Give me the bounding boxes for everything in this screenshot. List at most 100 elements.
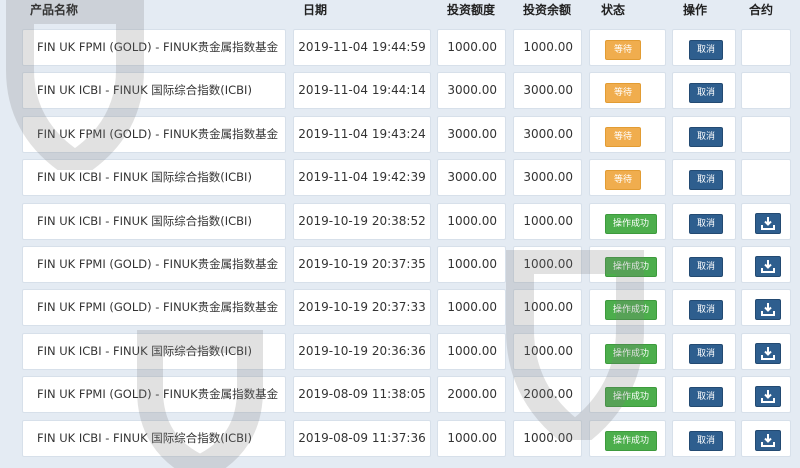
- investment-amount: 1000.00: [437, 246, 506, 283]
- investment-balance: 3000.00: [513, 72, 582, 110]
- download-contract-button[interactable]: [755, 386, 781, 408]
- download-contract-button[interactable]: [755, 429, 781, 451]
- status-cell: 操作成功: [589, 376, 666, 414]
- contract-cell: [741, 332, 791, 370]
- status-badge: 操作成功: [605, 213, 657, 234]
- investment-amount: 1000.00: [437, 332, 506, 370]
- table-row: FIN UK ICBI - FINUK 国际综合指数(ICBI) 2019-11…: [0, 159, 800, 197]
- investment-balance: 1000.00: [513, 289, 582, 327]
- investment-amount: 3000.00: [437, 115, 506, 153]
- record-date: 2019-11-04 19:44:59: [293, 29, 431, 66]
- status-badge: 操作成功: [605, 430, 657, 451]
- download-icon: [761, 390, 775, 404]
- product-name: FIN UK ICBI - FINUK 国际综合指数(ICBI): [22, 419, 286, 457]
- operation-cell: 取消: [672, 72, 736, 110]
- download-contract-button[interactable]: [755, 256, 781, 277]
- operation-cell: 取消: [672, 246, 736, 283]
- product-name: FIN UK FPMI (GOLD) - FINUK贵金属指数基金: [22, 289, 286, 327]
- investment-amount: 3000.00: [437, 159, 506, 197]
- status-badge: 等待: [605, 40, 641, 60]
- download-icon: [761, 303, 775, 317]
- table-row: FIN UK FPMI (GOLD) - FINUK贵金属指数基金 2019-1…: [0, 29, 800, 66]
- header-product: 产品名称: [30, 3, 79, 17]
- table-row: FIN UK ICBI - FINUK 国际综合指数(ICBI) 2019-11…: [0, 72, 800, 110]
- cancel-button[interactable]: 取消: [689, 126, 723, 147]
- investment-balance: 1000.00: [513, 29, 582, 66]
- status-cell: 操作成功: [589, 246, 666, 283]
- cancel-button[interactable]: 取消: [689, 343, 723, 364]
- investment-amount: 1000.00: [437, 419, 506, 457]
- status-badge: 操作成功: [605, 257, 657, 277]
- table-row: FIN UK ICBI - FINUK 国际综合指数(ICBI) 2019-08…: [0, 419, 800, 457]
- record-date: 2019-10-19 20:37:33: [293, 289, 431, 327]
- contract-cell: [741, 202, 791, 240]
- cancel-button[interactable]: 取消: [689, 83, 723, 104]
- record-date: 2019-10-19 20:36:36: [293, 332, 431, 370]
- operation-cell: 取消: [672, 159, 736, 197]
- investment-amount: 2000.00: [437, 376, 506, 414]
- status-badge: 等待: [605, 170, 641, 191]
- product-name: FIN UK ICBI - FINUK 国际综合指数(ICBI): [22, 72, 286, 110]
- status-badge: 等待: [605, 126, 641, 147]
- investment-balance: 1000.00: [513, 419, 582, 457]
- record-date: 2019-11-04 19:44:14: [293, 72, 431, 110]
- table-header: 产品名称 日期 投资额度 投资余额 状态 操作 合约: [0, 0, 800, 18]
- product-name: FIN UK FPMI (GOLD) - FINUK贵金属指数基金: [22, 376, 286, 414]
- table-row: FIN UK FPMI (GOLD) - FINUK贵金属指数基金 2019-1…: [0, 246, 800, 283]
- operation-cell: 取消: [672, 202, 736, 240]
- record-date: 2019-08-09 11:38:05: [293, 376, 431, 414]
- cancel-button[interactable]: 取消: [689, 300, 723, 321]
- status-cell: 操作成功: [589, 419, 666, 457]
- download-contract-button[interactable]: [755, 299, 781, 321]
- cancel-button[interactable]: 取消: [689, 170, 723, 191]
- operation-cell: 取消: [672, 115, 736, 153]
- status-cell: 操作成功: [589, 332, 666, 370]
- status-badge: 操作成功: [605, 387, 657, 408]
- operation-cell: 取消: [672, 332, 736, 370]
- operation-cell: 取消: [672, 29, 736, 66]
- contract-cell: [741, 289, 791, 327]
- header-date: 日期: [303, 3, 328, 17]
- product-name: FIN UK FPMI (GOLD) - FINUK贵金属指数基金: [22, 246, 286, 283]
- table-row: FIN UK ICBI - FINUK 国际综合指数(ICBI) 2019-10…: [0, 332, 800, 370]
- contract-cell: [741, 419, 791, 457]
- contract-cell: [741, 72, 791, 110]
- contract-cell: [741, 246, 791, 283]
- operation-cell: 取消: [672, 419, 736, 457]
- contract-cell: [741, 115, 791, 153]
- download-icon: [761, 216, 775, 230]
- investment-balance: 3000.00: [513, 159, 582, 197]
- product-name: FIN UK FPMI (GOLD) - FINUK贵金属指数基金: [22, 29, 286, 66]
- download-contract-button[interactable]: [755, 342, 781, 364]
- operation-cell: 取消: [672, 289, 736, 327]
- operation-cell: 取消: [672, 376, 736, 414]
- cancel-button[interactable]: 取消: [689, 40, 723, 60]
- table-row: FIN UK FPMI (GOLD) - FINUK贵金属指数基金 2019-1…: [0, 115, 800, 153]
- record-date: 2019-08-09 11:37:36: [293, 419, 431, 457]
- product-name: FIN UK ICBI - FINUK 国际综合指数(ICBI): [22, 202, 286, 240]
- cancel-button[interactable]: 取消: [689, 387, 723, 408]
- table-row: FIN UK FPMI (GOLD) - FINUK贵金属指数基金 2019-0…: [0, 376, 800, 414]
- download-contract-button[interactable]: [755, 212, 781, 234]
- investment-amount: 1000.00: [437, 289, 506, 327]
- product-name: FIN UK ICBI - FINUK 国际综合指数(ICBI): [22, 332, 286, 370]
- status-cell: 等待: [589, 115, 666, 153]
- status-badge: 操作成功: [605, 300, 657, 321]
- status-cell: 操作成功: [589, 289, 666, 327]
- download-icon: [761, 260, 775, 273]
- investment-amount: 3000.00: [437, 72, 506, 110]
- status-badge: 等待: [605, 83, 641, 104]
- investment-records-page: 产品名称 日期 投资额度 投资余额 状态 操作 合约 FIN UK FPMI (…: [0, 0, 800, 468]
- record-date: 2019-11-04 19:43:24: [293, 115, 431, 153]
- investment-amount: 1000.00: [437, 202, 506, 240]
- table-row: FIN UK FPMI (GOLD) - FINUK贵金属指数基金 2019-1…: [0, 289, 800, 327]
- status-cell: 等待: [589, 72, 666, 110]
- contract-cell: [741, 159, 791, 197]
- cancel-button[interactable]: 取消: [689, 213, 723, 234]
- cancel-button[interactable]: 取消: [689, 430, 723, 451]
- header-status: 状态: [601, 3, 626, 17]
- status-cell: 操作成功: [589, 202, 666, 240]
- record-date: 2019-11-04 19:42:39: [293, 159, 431, 197]
- cancel-button[interactable]: 取消: [689, 257, 723, 277]
- investment-balance: 1000.00: [513, 202, 582, 240]
